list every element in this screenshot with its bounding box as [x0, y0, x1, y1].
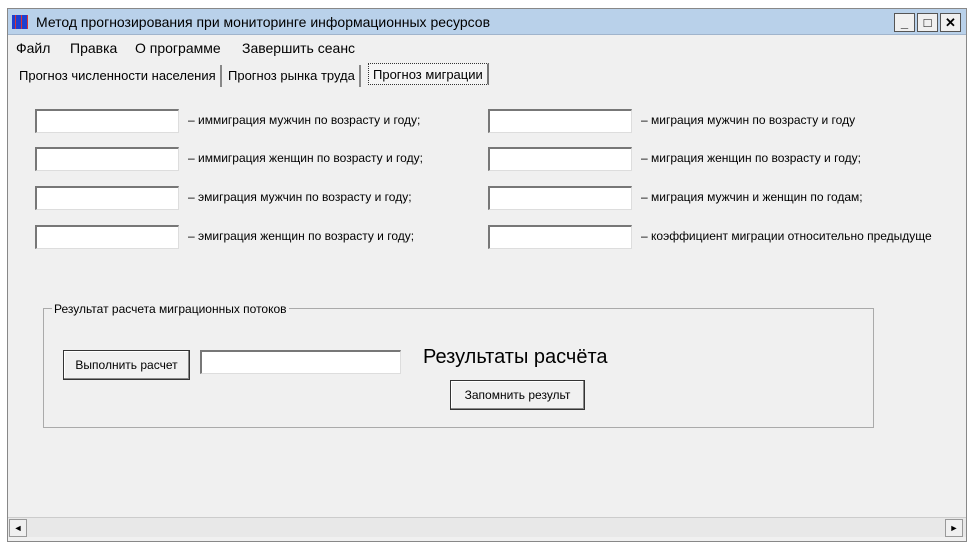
group-title: Результат расчета миграционных потоков — [52, 302, 289, 316]
emigration-women-label: – эмиграция женщин по возрасту и году; — [188, 229, 415, 243]
migration-total-input[interactable] — [488, 186, 632, 210]
result-heading: Результаты расчёта — [423, 346, 608, 368]
emigration-men-label: – эмиграция мужчин по возрасту и году; — [188, 190, 412, 204]
scroll-right-arrow-icon[interactable]: ► — [945, 519, 963, 537]
horizontal-scrollbar[interactable]: ◄ ► — [8, 517, 966, 537]
tab-population[interactable]: Прогноз численности населения — [15, 65, 222, 87]
immigration-women-input[interactable] — [35, 147, 179, 171]
window-title: Метод прогнозирования при мониторинге ин… — [36, 14, 491, 30]
migration-men-input[interactable] — [488, 109, 632, 133]
menu-edit[interactable]: Правка — [70, 40, 117, 56]
emigration-women-input[interactable] — [35, 225, 179, 249]
immigration-men-input[interactable] — [35, 109, 179, 133]
app-window: Метод прогнозирования при мониторинге ин… — [7, 8, 967, 542]
tab-labor-market[interactable]: Прогноз рынка труда — [224, 65, 361, 87]
result-input[interactable] — [200, 350, 401, 374]
minimize-button[interactable]: _ — [894, 13, 915, 32]
migration-women-label: – миграция женщин по возрасту и году; — [641, 151, 861, 165]
emigration-men-input[interactable] — [35, 186, 179, 210]
migration-total-label: – миграция мужчин и женщин по годам; — [641, 190, 863, 204]
maximize-button[interactable]: □ — [917, 13, 938, 32]
tab-migration[interactable]: Прогноз миграции — [368, 63, 489, 85]
migration-women-input[interactable] — [488, 147, 632, 171]
scroll-left-arrow-icon[interactable]: ◄ — [9, 519, 27, 537]
migration-men-label: – миграция мужчин по возрасту и году — [641, 113, 856, 127]
run-calculation-button[interactable]: Выполнить расчет — [63, 350, 190, 380]
save-result-button[interactable]: Запомнить результ — [450, 380, 585, 410]
migration-coefficient-input[interactable] — [488, 225, 632, 249]
menu-bar: Файл Правка О программе Завершить сеанс — [8, 37, 966, 59]
menu-about[interactable]: О программе — [135, 40, 221, 56]
app-icon — [12, 15, 28, 29]
title-bar: Метод прогнозирования при мониторинге ин… — [8, 9, 966, 35]
immigration-women-label: – иммиграция женщин по возрасту и году; — [188, 151, 423, 165]
immigration-men-label: – иммиграция мужчин по возрасту и году; — [188, 113, 421, 127]
migration-coefficient-label: – коэффициент миграции относительно пред… — [641, 229, 932, 243]
result-group: Результат расчета миграционных потоков В… — [43, 302, 874, 428]
menu-file[interactable]: Файл — [16, 40, 50, 56]
menu-logout[interactable]: Завершить сеанс — [242, 40, 355, 56]
close-button[interactable]: ✕ — [940, 13, 961, 32]
